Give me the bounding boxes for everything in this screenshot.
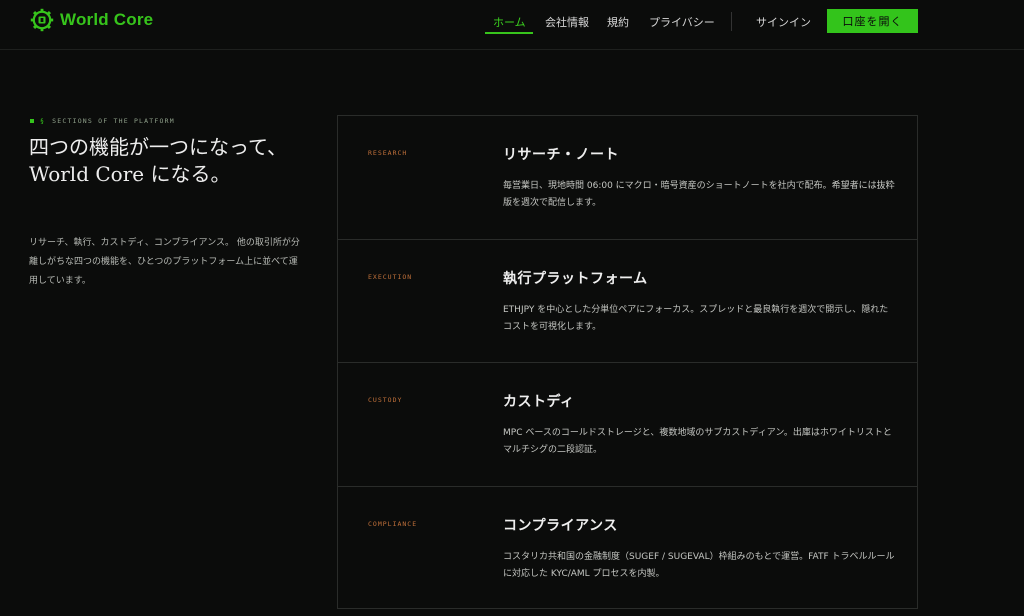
card-tag: EXECUTION [368, 272, 413, 281]
feature-card-compliance: COMPLIANCE コンプライアンス コスタリカ共和国の金融制度（SUGEF … [338, 487, 917, 611]
open-account-button[interactable]: 口座を開く [827, 9, 918, 33]
card-tag: RESEARCH [368, 149, 408, 157]
signin-link[interactable]: サインイン [756, 14, 811, 30]
eyebrow-number: § [40, 117, 46, 125]
card-body: ETHJPY を中心とした分単位ペアにフォーカス。スプレッドと最良執行を週次で開… [503, 304, 889, 332]
card-body: MPC ベースのコールドストレージと、複数地域のサブカストディアン。出庫はホワイ… [503, 428, 892, 455]
card-title: コンプライアンス [503, 517, 618, 534]
globe-gear-logo-icon [30, 8, 54, 32]
site-header: World Core ホーム 会社情報 規約 プライバシー サインイン 口座を開… [0, 0, 1024, 50]
card-title: リサーチ・ノート [503, 147, 619, 163]
card-title: 執行プラットフォーム [503, 270, 648, 287]
card-tag: COMPLIANCE [368, 519, 418, 528]
brand-logo[interactable]: World Core [30, 8, 153, 32]
brand-name: World Core [60, 10, 154, 29]
card-tag: CUSTODY [368, 396, 403, 404]
intro-lead: リサーチ、執行、カストディ、コンプライアンス。 他の取引所が分離しがちな四つの機… [29, 238, 300, 286]
feature-card-execution: EXECUTION 執行プラットフォーム ETHJPY を中心とした分単位ペアに… [338, 240, 917, 363]
nav-terms[interactable]: 規約 [607, 14, 629, 30]
nav-active-indicator [485, 32, 533, 34]
section-eyebrow: § SECTIONS OF THE PLATFORM [30, 117, 175, 125]
feature-card-research: RESEARCH リサーチ・ノート 毎営業日、現地時間 06:00 にマクロ・暗… [338, 116, 917, 240]
eyebrow-square-icon [30, 119, 34, 123]
card-body: コスタリカ共和国の金融制度（SUGEF / SUGEVAL）枠組みのもとで運営。… [503, 551, 895, 579]
eyebrow-text: SECTIONS OF THE PLATFORM [52, 117, 175, 125]
nav-privacy[interactable]: プライバシー [649, 14, 715, 30]
feature-cards: RESEARCH リサーチ・ノート 毎営業日、現地時間 06:00 にマクロ・暗… [337, 115, 918, 609]
nav-company[interactable]: 会社情報 [545, 14, 589, 30]
nav-home[interactable]: ホーム [493, 14, 526, 30]
feature-card-custody: CUSTODY カストディ MPC ベースのコールドストレージと、複数地域のサブ… [338, 363, 917, 487]
page-headline: 四つの機能が一つになって、 World Core になる。 [29, 135, 287, 186]
card-title: カストディ [503, 394, 575, 410]
card-body: 毎営業日、現地時間 06:00 にマクロ・暗号資産のショートノートを社内で配布。… [503, 181, 895, 208]
nav-divider [731, 12, 732, 31]
